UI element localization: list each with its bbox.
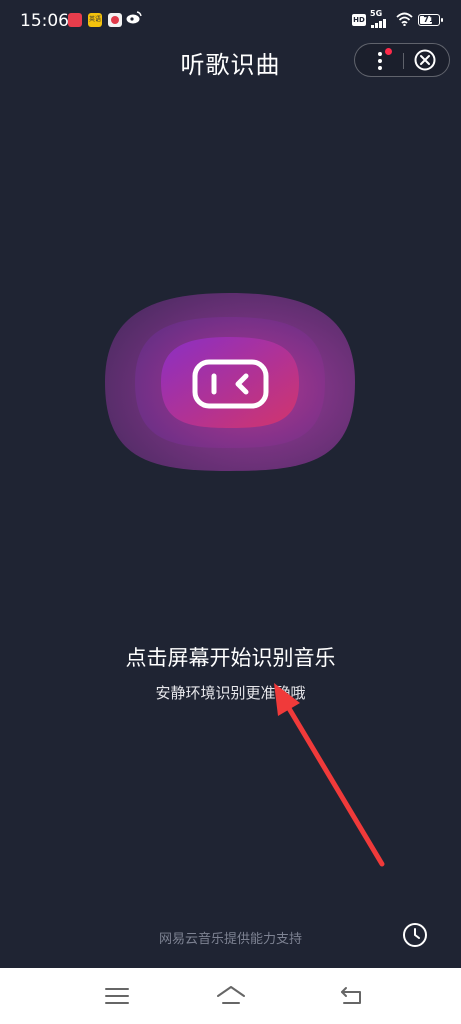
annotation-arrow xyxy=(274,683,385,867)
notify-app-round-icon xyxy=(108,13,122,27)
nav-menu-button[interactable] xyxy=(103,984,131,1008)
hd-icon: HD xyxy=(352,14,366,26)
battery-icon: 71 xyxy=(418,14,443,26)
mini-program-capsule xyxy=(354,43,450,77)
close-circle-icon xyxy=(414,49,436,71)
recognize-button[interactable] xyxy=(103,291,357,473)
footer-credit: 网易云音乐提供能力支持 xyxy=(158,932,302,947)
close-button[interactable] xyxy=(404,44,450,76)
5g-signal-icon xyxy=(371,17,391,28)
wifi-icon xyxy=(396,11,413,30)
home-icon xyxy=(217,986,245,1004)
menu-icon xyxy=(105,988,129,1004)
blob-inner-layer xyxy=(161,337,299,428)
nav-back-button[interactable] xyxy=(338,984,366,1008)
clock-history-icon xyxy=(403,923,427,947)
more-button[interactable] xyxy=(355,44,403,76)
notification-dot xyxy=(385,48,392,55)
status-bar: 15:06 英语 HD 5G 71 xyxy=(0,0,461,44)
system-nav-bar xyxy=(0,968,461,1024)
weibo-icon xyxy=(126,10,142,28)
notify-app-yellow-label: 英语 xyxy=(88,16,101,23)
history-button[interactable] xyxy=(401,921,429,949)
battery-level-text: 71 xyxy=(423,15,435,24)
notify-app-yellow-icon: 英语 xyxy=(88,13,102,27)
notify-app-red-icon xyxy=(68,13,82,27)
instruction-text: 点击屏幕开始识别音乐 xyxy=(125,646,336,670)
tip-text: 安静环境识别更准确哦 xyxy=(155,684,306,702)
back-icon xyxy=(341,987,361,1004)
nav-home-button[interactable] xyxy=(216,984,245,1008)
status-time: 15:06 xyxy=(20,11,69,31)
